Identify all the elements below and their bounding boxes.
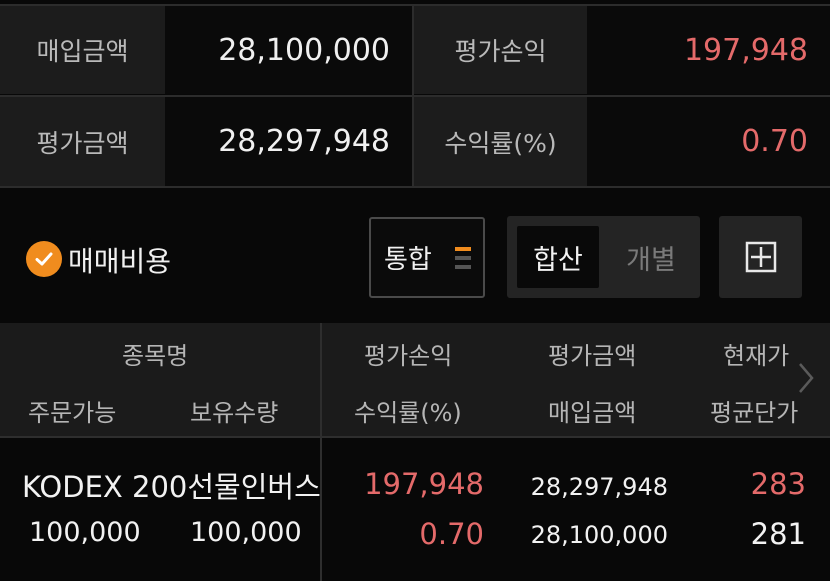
row-avg-price: 281 bbox=[750, 517, 806, 551]
segment-combined-tab[interactable]: 합산 bbox=[517, 226, 599, 288]
column-divider bbox=[320, 323, 322, 581]
row-purchase-amount: 28,100,000 bbox=[530, 521, 668, 549]
chevron-right-icon[interactable] bbox=[796, 360, 816, 396]
orderable-qty: 100,000 bbox=[29, 517, 141, 548]
header-avg-price: 평균단가 bbox=[710, 399, 799, 427]
eval-pl-value: 197,948 bbox=[587, 6, 830, 94]
row-eval-amount: 28,297,948 bbox=[530, 473, 668, 501]
purchase-amount-label: 매입금액 bbox=[0, 6, 165, 94]
header-holding-qty: 보유수량 bbox=[190, 399, 279, 427]
header-purchase-amount: 매입금액 bbox=[548, 399, 637, 427]
row-return-rate: 0.70 bbox=[419, 517, 484, 551]
combined-dropdown-label: 통합 bbox=[384, 245, 432, 275]
header-eval-amount: 평가금액 bbox=[548, 342, 637, 370]
fees-label[interactable]: 매매비용 bbox=[68, 240, 171, 280]
header-orderable: 주문가능 bbox=[28, 399, 117, 427]
segment-individual-tab[interactable]: 개별 bbox=[609, 226, 693, 288]
check-icon bbox=[35, 252, 53, 266]
return-rate-value: 0.70 bbox=[587, 97, 830, 186]
holding-qty: 100,000 bbox=[190, 517, 302, 548]
row-current-price: 283 bbox=[750, 467, 806, 501]
summary-col-divider bbox=[412, 4, 414, 188]
view-segment-control: 합산 개별 bbox=[507, 216, 700, 298]
combined-dropdown-button[interactable]: 통합 bbox=[369, 217, 485, 298]
header-current-price: 현재가 bbox=[723, 342, 790, 370]
stock-name: KODEX 200선물인버스 bbox=[22, 470, 320, 504]
header-name: 종목명 bbox=[122, 342, 189, 370]
header-return-rate: 수익률(%) bbox=[354, 399, 462, 427]
header-bottom-border bbox=[0, 436, 830, 438]
header-eval-pl: 평가손익 bbox=[364, 342, 453, 370]
summary-bottom-border bbox=[0, 186, 830, 188]
row-eval-pl: 197,948 bbox=[364, 467, 484, 501]
plus-square-icon bbox=[745, 241, 776, 273]
add-button[interactable] bbox=[719, 216, 802, 298]
fees-checkbox[interactable] bbox=[26, 241, 62, 277]
menu-icon bbox=[455, 247, 471, 269]
eval-amount-label: 평가금액 bbox=[0, 97, 165, 186]
stock-name-cell: KODEX 200선물인버스 bbox=[0, 464, 320, 506]
purchase-amount-value: 28,100,000 bbox=[165, 6, 412, 94]
eval-pl-label: 평가손익 bbox=[414, 6, 587, 94]
eval-amount-value: 28,297,948 bbox=[165, 97, 412, 186]
return-rate-label: 수익률(%) bbox=[414, 97, 587, 186]
